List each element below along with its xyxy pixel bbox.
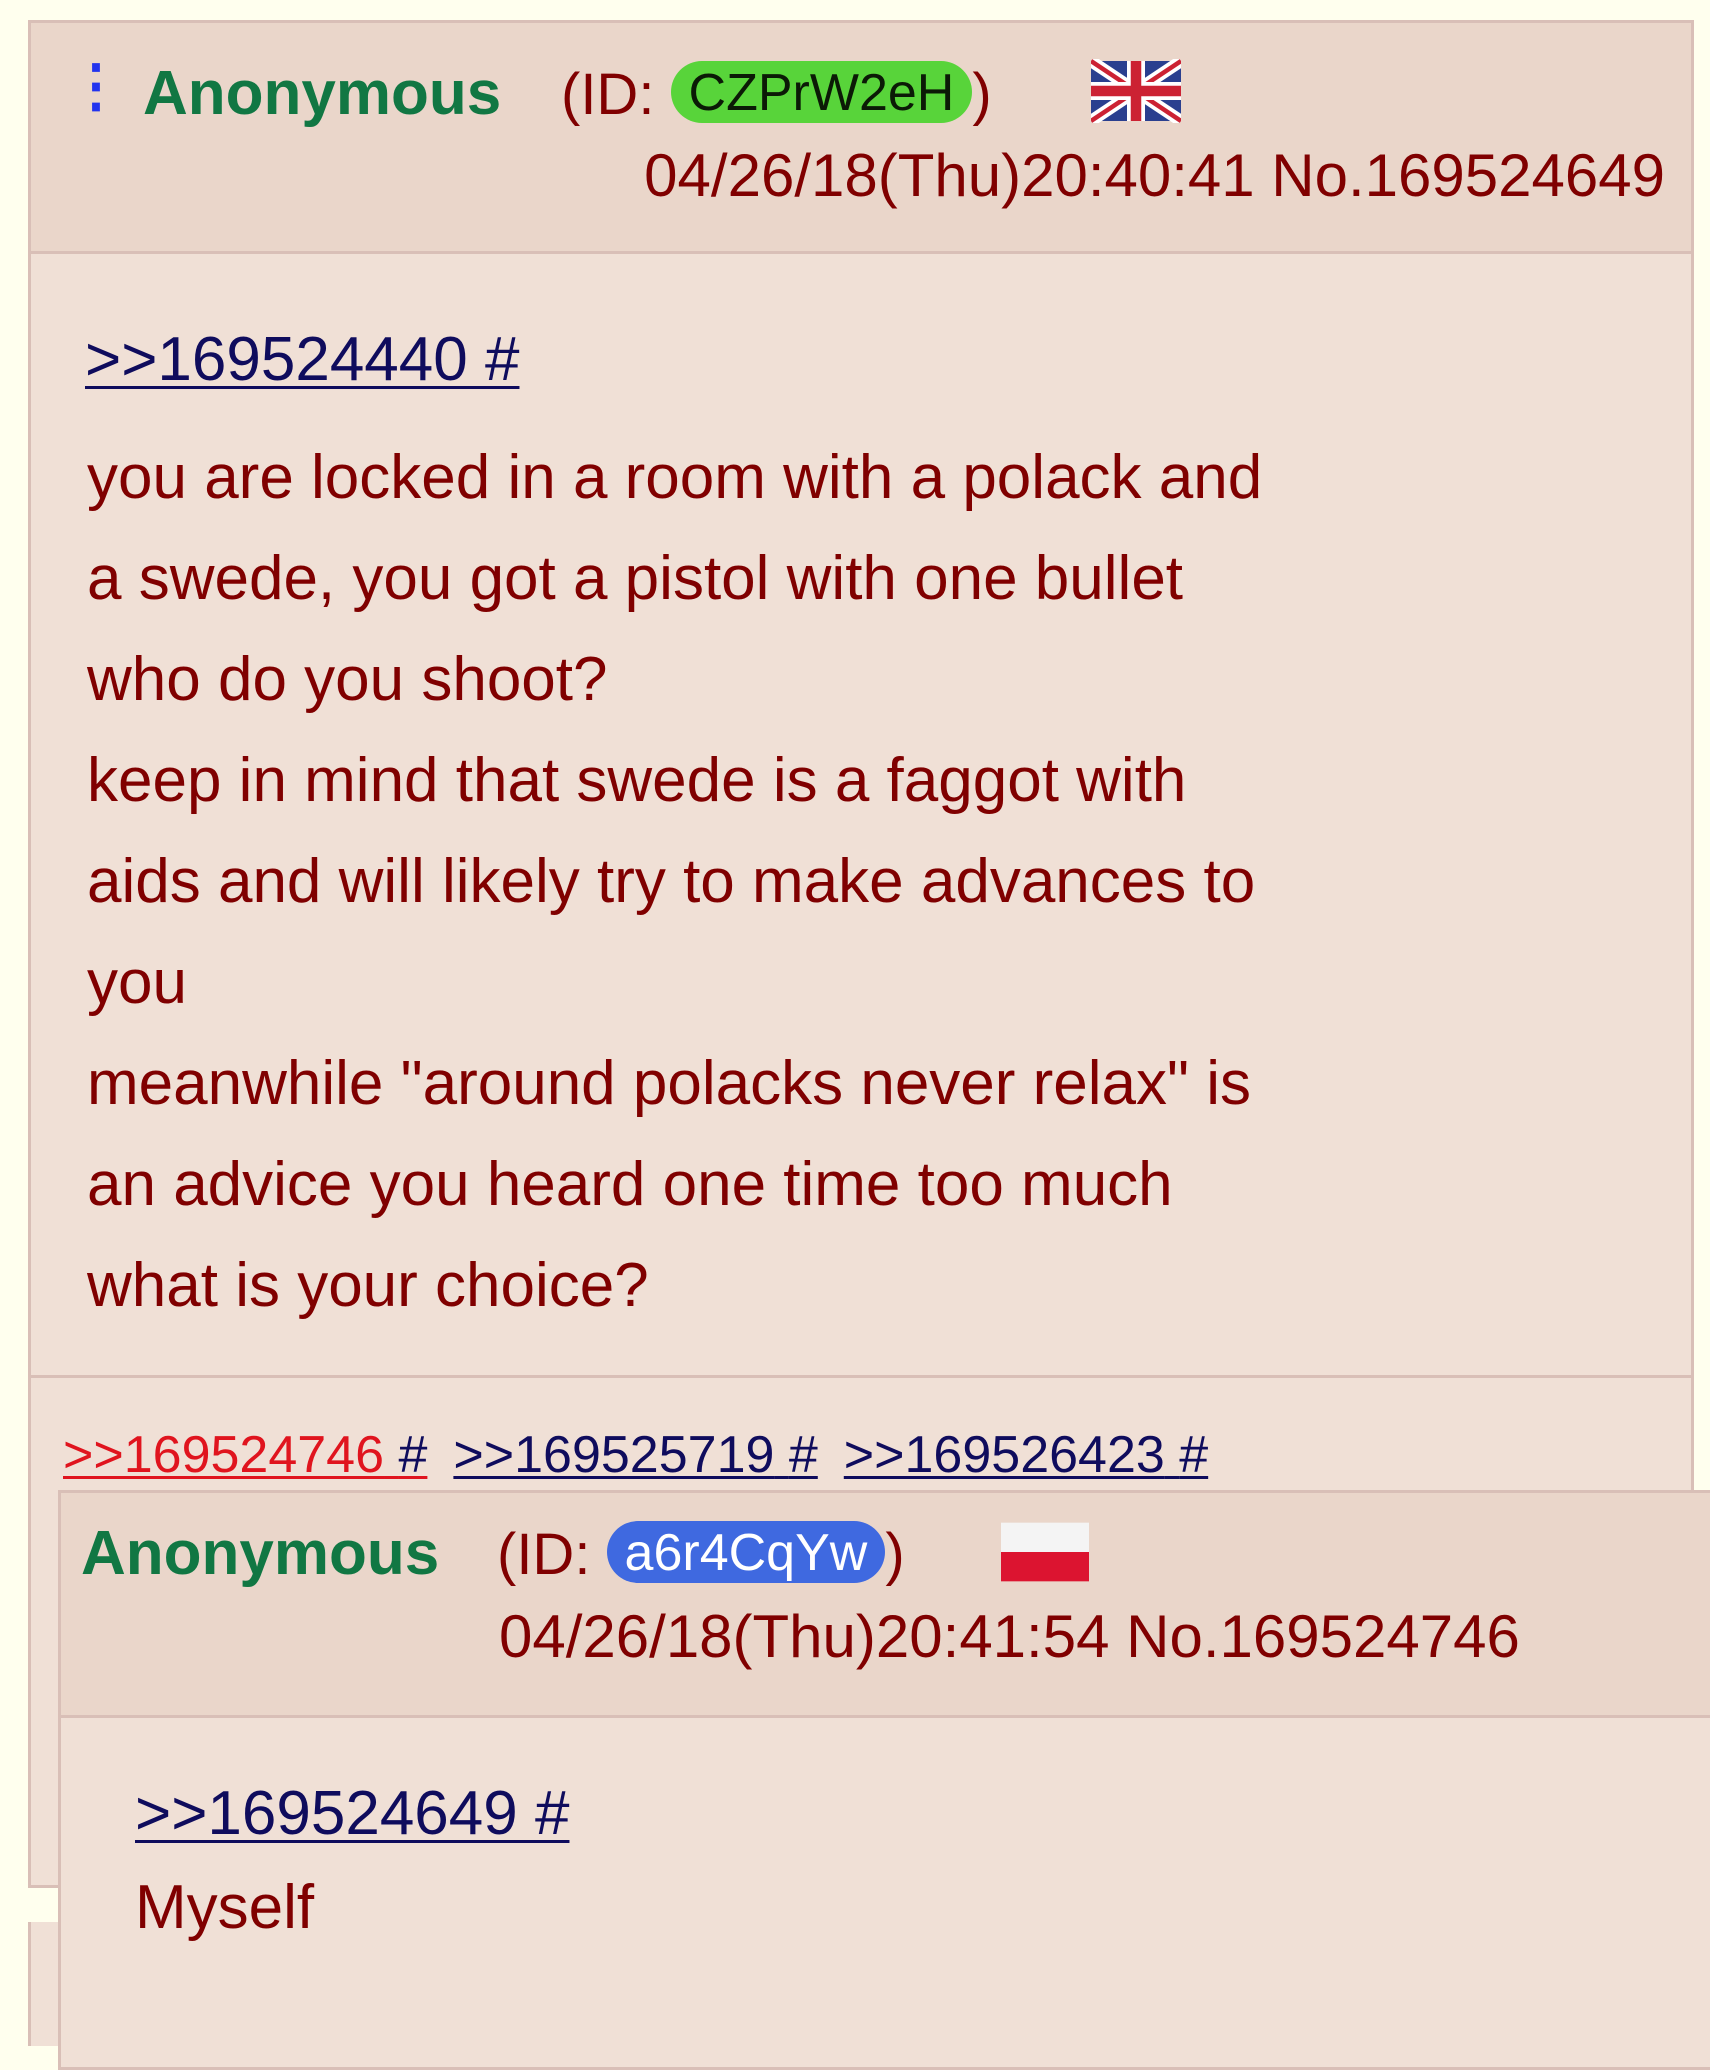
quote-link[interactable]: >>169524440 # <box>85 325 519 394</box>
backlink[interactable]: >>169525719 # <box>453 1426 817 1484</box>
poster-id-suffix: ) <box>972 62 992 127</box>
backlink-hash: # <box>788 1426 818 1484</box>
poster-id-badge[interactable]: a6r4CqYw <box>606 1521 886 1583</box>
poster-id: (ID: a6r4CqYw) <box>497 1521 905 1584</box>
post-reply: Anonymous (ID: a6r4CqYw) 04/26/18(Thu)20… <box>58 1490 1710 2070</box>
poster-id: (ID: CZPrW2eH) <box>561 61 992 124</box>
poster-id-prefix: (ID: <box>561 62 671 127</box>
poster-id-prefix: (ID: <box>497 1522 607 1587</box>
post-header: ⋮ Anonymous (ID: CZPrW2eH) 04/26/18(Thu)… <box>31 23 1691 254</box>
post-datetime-number: 04/26/18(Thu)20:41:54 No.169524746 <box>499 1603 1520 1670</box>
poster-id-badge[interactable]: CZPrW2eH <box>670 61 973 123</box>
uk-flag-icon <box>1091 59 1181 123</box>
backlink[interactable]: >>169526423 # <box>844 1426 1208 1484</box>
backlink-number: >>169524746 <box>63 1426 385 1484</box>
post-header: Anonymous (ID: a6r4CqYw) 04/26/18(Thu)20… <box>61 1493 1710 1718</box>
backlink-number: >>169526423 <box>843 1426 1165 1484</box>
divider <box>31 1375 1691 1378</box>
post-datetime-number: 04/26/18(Thu)20:40:41 No.169524649 <box>644 142 1665 209</box>
poster-name: Anonymous <box>143 59 502 128</box>
page-gap <box>0 1888 60 1922</box>
poster-name: Anonymous <box>81 1519 440 1588</box>
quote-link[interactable]: >>169524649 # <box>135 1779 569 1848</box>
quote-link-wrap: >>169524649 # <box>135 1783 569 1845</box>
backlink[interactable]: >>169524746 # <box>63 1426 427 1484</box>
quote-link-wrap: >>169524440 # <box>85 329 519 391</box>
backlink-number: >>169525719 <box>453 1426 775 1484</box>
post-menu-icon[interactable]: ⋮ <box>67 57 125 115</box>
backlink-hash: # <box>398 1426 428 1484</box>
post-body: Myself <box>135 1873 315 1942</box>
poster-id-suffix: ) <box>885 1522 905 1587</box>
backlinks: >>169524746 # >>169525719 # >>169526423 # <box>63 1429 1234 1481</box>
post-body: you are locked in a room with a polack a… <box>87 443 1263 1320</box>
backlink-hash: # <box>1179 1426 1209 1484</box>
poland-flag-icon <box>1001 1522 1089 1582</box>
